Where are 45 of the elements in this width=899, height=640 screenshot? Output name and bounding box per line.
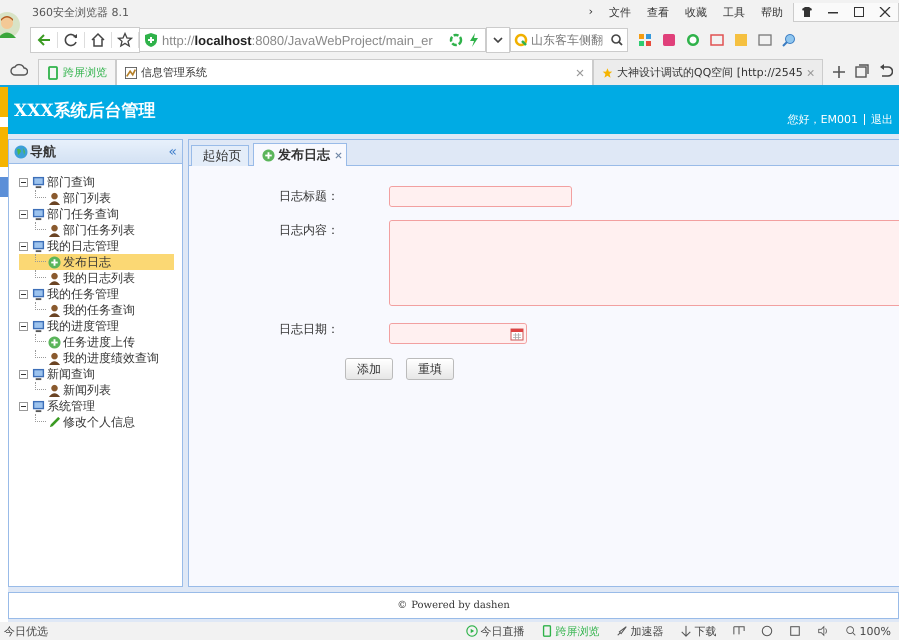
tree-item[interactable]: 我的任务管理 xyxy=(47,286,119,302)
form-button[interactable]: 添加 xyxy=(345,358,393,380)
collapse-button[interactable]: « xyxy=(168,144,177,160)
field-label: 日志内容： xyxy=(279,222,340,239)
status-item[interactable]: 下载 xyxy=(680,624,717,638)
browser-title: 360安全浏览器 8.1 xyxy=(32,5,129,20)
browser-tab[interactable]: 大神设计调试的QQ空间 [http://2545 xyxy=(593,59,823,85)
tree-item[interactable]: 系统管理 xyxy=(47,398,95,414)
address-bar[interactable]: http://localhost:8080/JavaWebProject/main_er xyxy=(140,28,486,52)
tree-item[interactable]: 我的进度管理 xyxy=(47,318,119,334)
tree-leaf[interactable]: 部门列表 xyxy=(19,190,174,206)
menu-item[interactable]: › xyxy=(588,5,593,20)
status-item[interactable]: 加速器 xyxy=(616,624,664,638)
content-tab[interactable]: 起始页 xyxy=(191,145,249,166)
field-label: 日志标题： xyxy=(279,188,340,205)
tree-leaf[interactable]: 我的任务查询 xyxy=(19,302,174,318)
tree-leaf[interactable]: 我的进度绩效查询 xyxy=(19,350,174,366)
menu-item[interactable]: 查看 xyxy=(647,5,669,20)
tree-item[interactable]: 我的日志管理 xyxy=(47,238,119,254)
greeting-text: 您好，EM001 xyxy=(788,112,858,127)
tree-item[interactable]: 新闻查询 xyxy=(47,366,95,382)
zoom-level[interactable]: 100% xyxy=(844,624,891,638)
copyright-icon: © xyxy=(397,600,408,611)
tree-leaf[interactable]: 我的日志列表 xyxy=(19,270,174,286)
tree-leaf[interactable]: 发布日志 xyxy=(19,254,174,270)
search-field[interactable]: 山东客车侧翻 xyxy=(510,28,628,52)
nav-title: 导航 xyxy=(30,144,56,160)
content-tab[interactable]: 发布日志 xyxy=(253,143,347,166)
tree-item[interactable]: 部门任务查询 xyxy=(47,206,119,222)
tree-item[interactable]: 部门查询 xyxy=(47,174,95,190)
status-text[interactable]: 今日优选 xyxy=(4,624,48,638)
tree-leaf[interactable]: 修改个人信息 xyxy=(19,414,174,430)
menu-item[interactable]: 帮助 xyxy=(761,5,783,20)
footer-text: Powered by dashen xyxy=(411,600,510,611)
tree-leaf[interactable]: 新闻列表 xyxy=(19,382,174,398)
form-button[interactable]: 重填 xyxy=(406,358,454,380)
browser-tab[interactable]: 信息管理系统 xyxy=(116,59,593,85)
tree-leaf[interactable]: 部门任务列表 xyxy=(19,222,174,238)
status-item[interactable]: 今日直播 xyxy=(466,624,525,638)
menu-item[interactable]: 文件 xyxy=(609,5,631,20)
menu-item[interactable]: 工具 xyxy=(723,5,745,20)
menu-item[interactable]: 收藏 xyxy=(685,5,707,20)
field-label: 日志日期： xyxy=(279,321,340,338)
app-title: XXX系统后台管理 xyxy=(14,100,156,122)
tree-leaf[interactable]: 任务进度上传 xyxy=(19,334,174,350)
